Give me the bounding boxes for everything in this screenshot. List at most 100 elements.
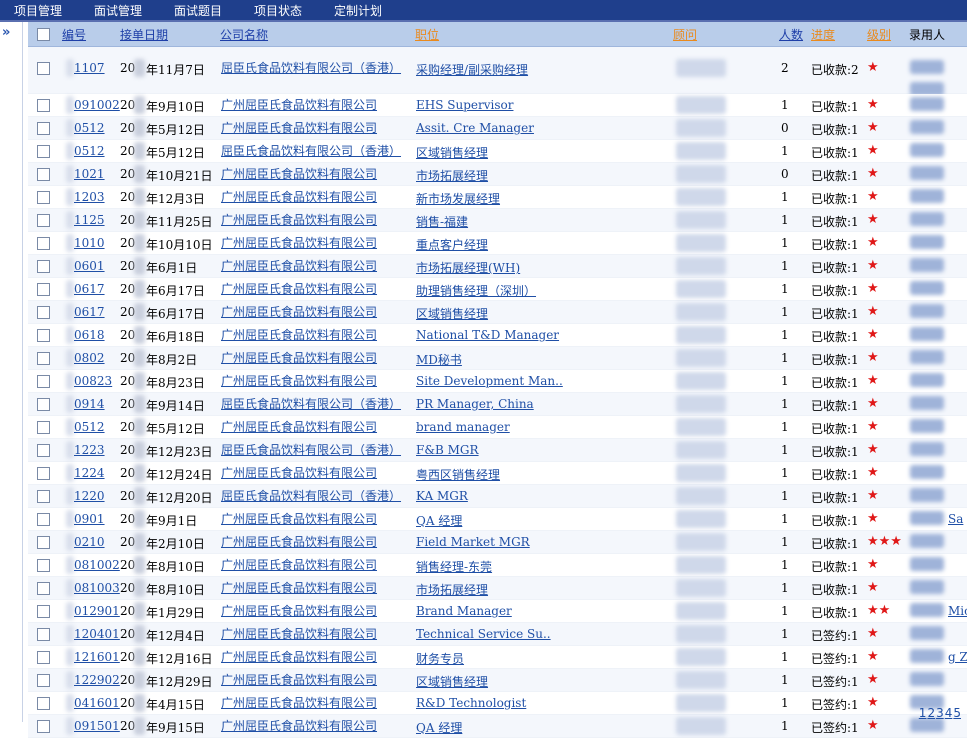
row-position-link[interactable]: National T&D Manager — [416, 328, 559, 342]
row-company-link[interactable]: 广州屈臣氏食品饮料有限公司 — [221, 464, 377, 481]
row-checkbox[interactable] — [37, 398, 50, 411]
row-id-link[interactable]: 0914 — [74, 397, 105, 411]
row-id-link[interactable]: 0802 — [74, 351, 105, 365]
row-id-link[interactable]: 0617 — [74, 282, 105, 296]
row-company-link[interactable]: 广州屈臣氏食品饮料有限公司 — [221, 533, 377, 550]
row-id-link[interactable]: 1021 — [74, 167, 105, 181]
row-checkbox[interactable] — [37, 536, 50, 549]
row-position-link[interactable]: PR Manager, China — [416, 397, 534, 411]
row-id-link[interactable]: 041601 — [74, 696, 120, 710]
row-checkbox[interactable] — [37, 237, 50, 250]
col-company-header[interactable]: 公司名称 — [220, 26, 268, 43]
col-count-header[interactable]: 人数 — [779, 26, 803, 43]
row-checkbox[interactable] — [37, 582, 50, 595]
row-company-link[interactable]: 广州屈臣氏食品饮料有限公司 — [221, 303, 377, 320]
row-position-link[interactable]: KA MGR — [416, 489, 468, 503]
row-checkbox[interactable] — [37, 651, 50, 664]
row-company-link[interactable]: 广州屈臣氏食品饮料有限公司 — [221, 257, 377, 274]
row-id-link[interactable]: 1203 — [74, 190, 105, 204]
row-id-link[interactable]: 091002 — [74, 98, 120, 112]
row-checkbox[interactable] — [37, 306, 50, 319]
row-checkbox[interactable] — [37, 283, 50, 296]
double-chevron-right-icon[interactable]: » — [2, 25, 11, 40]
row-position-link[interactable]: 市场拓展经理(WH) — [416, 259, 520, 276]
row-id-link[interactable]: 0512 — [74, 420, 105, 434]
row-position-link[interactable]: 区域销售经理 — [416, 305, 488, 322]
row-company-link[interactable]: 广州屈臣氏食品饮料有限公司 — [221, 119, 377, 136]
row-checkbox[interactable] — [37, 628, 50, 641]
row-company-link[interactable]: 广州屈臣氏食品饮料有限公司 — [221, 648, 377, 665]
row-checkbox[interactable] — [37, 99, 50, 112]
select-all-checkbox[interactable] — [37, 28, 50, 41]
row-id-link[interactable]: 1125 — [74, 213, 105, 227]
row-position-link[interactable]: 区域销售经理 — [416, 673, 488, 690]
row-checkbox[interactable] — [37, 122, 50, 135]
row-checkbox[interactable] — [37, 674, 50, 687]
row-company-link[interactable]: 屈臣氏食品饮料有限公司（香港） — [221, 487, 401, 504]
row-checkbox[interactable] — [37, 352, 50, 365]
row-id-link[interactable]: 1220 — [74, 489, 105, 503]
row-company-link[interactable]: 广州屈臣氏食品饮料有限公司 — [221, 671, 377, 688]
row-position-link[interactable]: Site Development Man.. — [416, 374, 563, 388]
row-hired-link[interactable]: Mic — [948, 604, 967, 618]
page-link-1[interactable]: 1 — [919, 706, 927, 720]
row-id-link[interactable]: 121601 — [74, 650, 120, 664]
row-checkbox[interactable] — [37, 467, 50, 480]
row-position-link[interactable]: Brand Manager — [416, 604, 512, 618]
row-position-link[interactable]: 粤西区销售经理 — [416, 466, 500, 483]
row-company-link[interactable]: 广州屈臣氏食品饮料有限公司 — [221, 602, 377, 619]
row-id-link[interactable]: 0901 — [74, 512, 105, 526]
row-position-link[interactable]: 财务专员 — [416, 650, 464, 667]
row-company-link[interactable]: 广州屈臣氏食品饮料有限公司 — [221, 579, 377, 596]
row-id-link[interactable]: 0512 — [74, 144, 105, 158]
row-id-link[interactable]: 1010 — [74, 236, 105, 250]
col-position-header[interactable]: 职位 — [415, 26, 439, 43]
row-company-link[interactable]: 广州屈臣氏食品饮料有限公司 — [221, 717, 377, 734]
row-company-link[interactable]: 屈臣氏食品饮料有限公司（香港） — [221, 59, 401, 76]
page-link-5[interactable]: 5 — [953, 706, 961, 720]
row-id-link[interactable]: 0618 — [74, 328, 105, 342]
nav-project-management[interactable]: 项目管理 — [14, 2, 62, 19]
row-id-link[interactable]: 091501 — [74, 719, 120, 733]
page-link-4[interactable]: 4 — [945, 706, 953, 720]
row-company-link[interactable]: 广州屈臣氏食品饮料有限公司 — [221, 211, 377, 228]
row-id-link[interactable]: 0512 — [74, 121, 105, 135]
row-checkbox[interactable] — [37, 329, 50, 342]
row-company-link[interactable]: 广州屈臣氏食品饮料有限公司 — [221, 280, 377, 297]
row-id-link[interactable]: 00823 — [74, 374, 112, 388]
row-id-link[interactable]: 012901 — [74, 604, 120, 618]
nav-interview-questions[interactable]: 面试题目 — [174, 2, 222, 19]
row-position-link[interactable]: 销售-福建 — [416, 213, 468, 230]
row-checkbox[interactable] — [37, 214, 50, 227]
row-company-link[interactable]: 广州屈臣氏食品饮料有限公司 — [221, 234, 377, 251]
col-date-header[interactable]: 接单日期 — [120, 26, 168, 43]
row-position-link[interactable]: QA 经理 — [416, 512, 462, 529]
row-checkbox[interactable] — [37, 260, 50, 273]
nav-custom-plan[interactable]: 定制计划 — [334, 2, 382, 19]
row-id-link[interactable]: 081002 — [74, 558, 120, 572]
row-position-link[interactable]: 重点客户经理 — [416, 236, 488, 253]
row-id-link[interactable]: 0210 — [74, 535, 105, 549]
row-company-link[interactable]: 屈臣氏食品饮料有限公司（香港） — [221, 441, 401, 458]
row-company-link[interactable]: 广州屈臣氏食品饮料有限公司 — [221, 188, 377, 205]
row-company-link[interactable]: 广州屈臣氏食品饮料有限公司 — [221, 96, 377, 113]
row-checkbox[interactable] — [37, 490, 50, 503]
row-position-link[interactable]: 销售经理-东莞 — [416, 558, 492, 575]
row-position-link[interactable]: Field Market MGR — [416, 535, 530, 549]
row-checkbox[interactable] — [37, 375, 50, 388]
row-position-link[interactable]: 区域销售经理 — [416, 144, 488, 161]
row-position-link[interactable]: 市场拓展经理 — [416, 167, 488, 184]
row-company-link[interactable]: 广州屈臣氏食品饮料有限公司 — [221, 694, 377, 711]
row-checkbox[interactable] — [37, 62, 50, 75]
row-checkbox[interactable] — [37, 444, 50, 457]
page-link-3[interactable]: 3 — [936, 706, 944, 720]
row-id-link[interactable]: 0601 — [74, 259, 105, 273]
row-id-link[interactable]: 122902 — [74, 673, 120, 687]
row-position-link[interactable]: Technical Service Su.. — [416, 627, 551, 641]
row-checkbox[interactable] — [37, 697, 50, 710]
row-company-link[interactable]: 屈臣氏食品饮料有限公司（香港） — [221, 142, 401, 159]
row-id-link[interactable]: 1223 — [74, 443, 105, 457]
row-company-link[interactable]: 广州屈臣氏食品饮料有限公司 — [221, 326, 377, 343]
row-checkbox[interactable] — [37, 559, 50, 572]
page-link-2[interactable]: 2 — [927, 706, 935, 720]
